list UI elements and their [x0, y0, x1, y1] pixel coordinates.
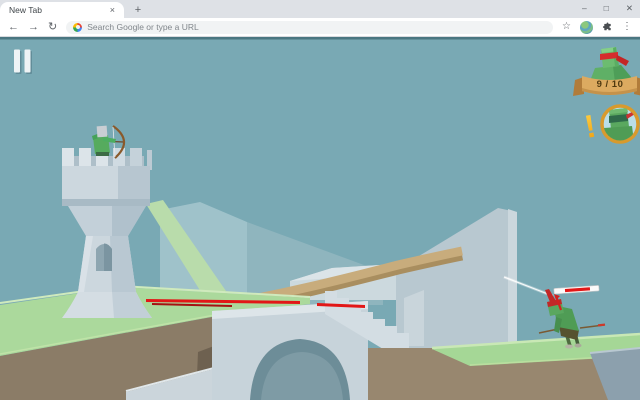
menu-kebab-icon[interactable]: ⋮: [622, 22, 632, 32]
tab-close-icon[interactable]: ×: [110, 6, 115, 15]
profile-avatar[interactable]: [580, 21, 593, 34]
pause-icon: [14, 50, 20, 73]
score-label: 9 / 10: [582, 79, 638, 90]
game-scene: !: [0, 0, 640, 400]
page-top-edge: [0, 37, 640, 40]
omnibox[interactable]: [66, 21, 553, 34]
browser-toolbar: ← → ↻ ☆ ⋮: [0, 18, 640, 37]
game-canvas[interactable]: ! 9 / 10 New Tab × + – □ ✕ ← → ↻ ☆ ⋮: [0, 0, 640, 400]
tab-title: New Tab: [9, 5, 42, 15]
forward-icon[interactable]: →: [28, 22, 39, 33]
new-tab-button[interactable]: +: [129, 2, 147, 18]
bookmark-star-icon[interactable]: ☆: [562, 22, 571, 32]
ability-badge[interactable]: !: [582, 106, 638, 145]
browser-chrome: New Tab × + – □ ✕ ← → ↻ ☆ ⋮: [0, 0, 640, 37]
reload-icon[interactable]: ↻: [48, 22, 57, 33]
tab-strip: New Tab × + – □ ✕: [0, 0, 640, 18]
archer-head: [97, 126, 108, 138]
window-minimize-button[interactable]: –: [582, 4, 587, 13]
google-g-icon: [73, 23, 82, 32]
extensions-icon[interactable]: [602, 22, 613, 33]
back-icon[interactable]: ←: [8, 22, 19, 33]
window-maximize-button[interactable]: □: [604, 4, 609, 13]
tab-new-tab[interactable]: New Tab ×: [0, 2, 124, 18]
omnibox-input[interactable]: [87, 22, 546, 32]
window-close-button[interactable]: ✕: [626, 4, 633, 13]
window-controls: – □ ✕: [582, 0, 633, 17]
